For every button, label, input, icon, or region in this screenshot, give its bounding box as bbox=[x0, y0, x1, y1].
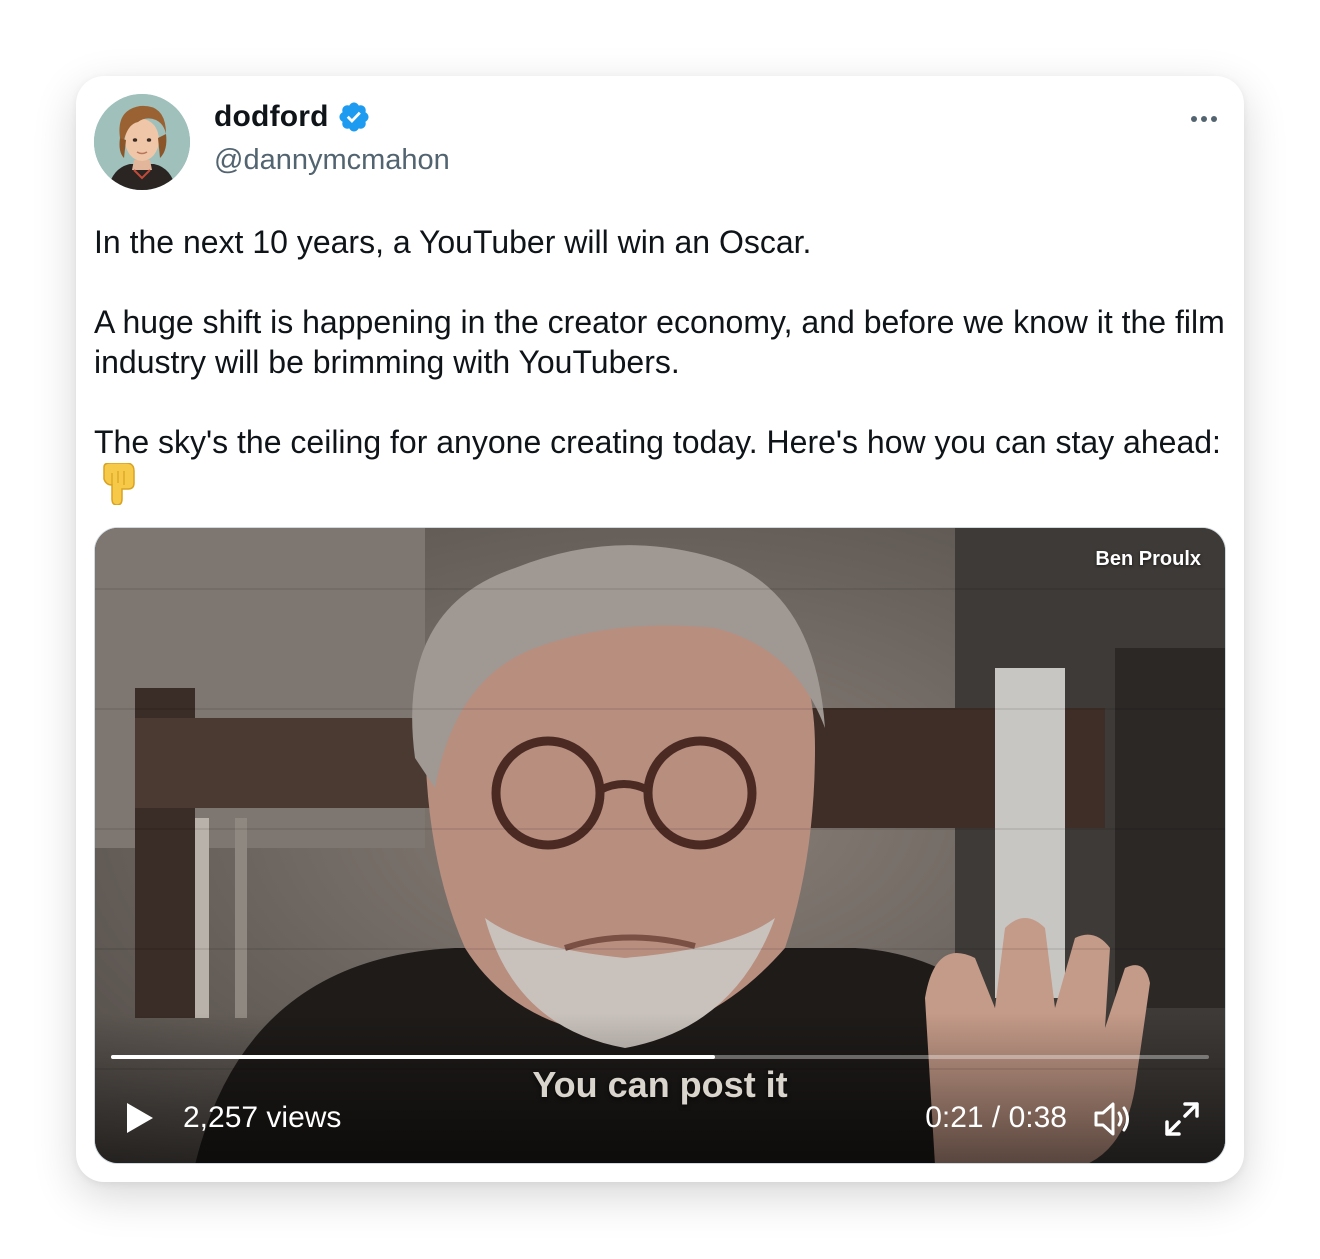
avatar-image bbox=[94, 94, 190, 190]
more-dot bbox=[1211, 116, 1217, 122]
avatar[interactable] bbox=[94, 94, 190, 190]
display-name[interactable]: dodford bbox=[214, 100, 329, 134]
video-time: 0:21 / 0:38 bbox=[925, 1101, 1067, 1134]
more-dot bbox=[1201, 116, 1207, 122]
video-player[interactable]: Ben Proulx You can post it 2,257 views 0… bbox=[94, 527, 1226, 1164]
video-caption: You can post it bbox=[532, 1064, 788, 1105]
tweet-paragraph: In the next 10 years, a YouTuber will wi… bbox=[94, 224, 812, 260]
verified-badge-icon bbox=[339, 102, 369, 132]
play-icon[interactable] bbox=[121, 1100, 157, 1136]
fullscreen-icon[interactable] bbox=[1161, 1098, 1203, 1140]
tweet-text: In the next 10 years, a YouTuber will wi… bbox=[94, 222, 1226, 505]
tweet-paragraph: A huge shift is happening in the creator… bbox=[94, 304, 1225, 380]
video-watermark: Ben Proulx bbox=[1095, 548, 1201, 570]
volume-icon[interactable] bbox=[1091, 1098, 1133, 1140]
video-progress-bar[interactable] bbox=[111, 1055, 1209, 1059]
tweet-paragraph-text: The sky's the ceiling for anyone creatin… bbox=[94, 424, 1221, 460]
tweet-paragraph: The sky's the ceiling for anyone creatin… bbox=[94, 422, 1226, 505]
tweet-card: dodford @dannymcmahon In the next 10 yea… bbox=[76, 76, 1244, 1182]
more-dot bbox=[1191, 116, 1197, 122]
more-options-icon[interactable] bbox=[1184, 104, 1224, 134]
video-progress-fill bbox=[111, 1055, 715, 1059]
backhand-index-pointing-down-emoji bbox=[103, 463, 135, 505]
view-count: 2,257 views bbox=[183, 1101, 342, 1134]
user-handle[interactable]: @dannymcmahon bbox=[214, 144, 450, 177]
